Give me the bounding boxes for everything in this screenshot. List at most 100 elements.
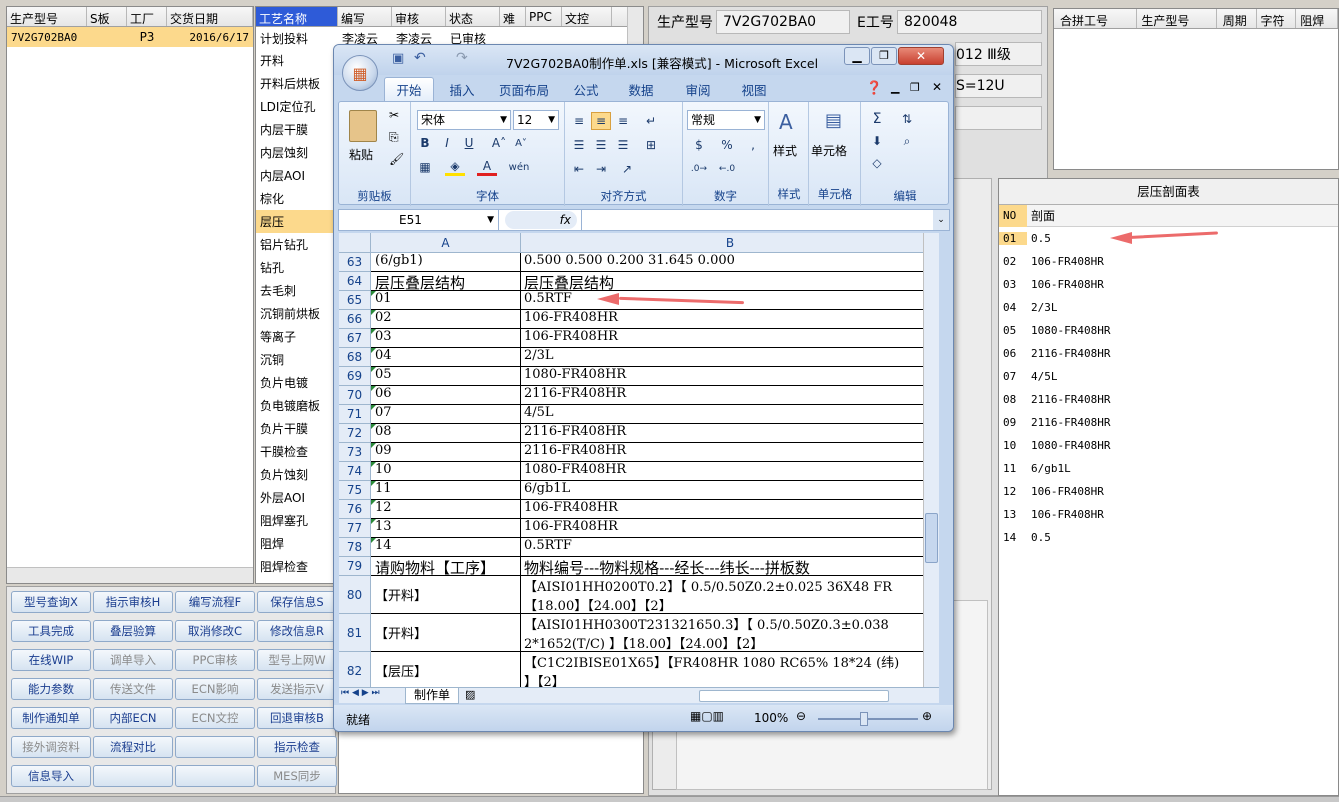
action-button[interactable]: 回退审核B [257,707,337,729]
horizontal-scrollbar[interactable] [7,567,253,583]
cells-icon[interactable]: ▤ [825,110,842,131]
sheet-row[interactable]: 82 【层压】 【C1C2IBISE01X65】【FR408HR 1080 RC65… [339,652,939,687]
sheet-row[interactable]: 70 06 2116-FR408HR [339,386,939,405]
number-format-box[interactable]: 常规 ▼ [687,110,765,130]
lamination-table[interactable]: 层压剖面表 NO 剖面 01 0.5 02 106-FR408HR 03 106-FR40… [998,178,1339,796]
col-header-writer[interactable]: 编写 [338,7,392,26]
col-header-reviewer[interactable]: 审核 [392,7,446,26]
font-color-icon[interactable]: A [477,158,497,176]
comma-icon[interactable]: , [743,136,763,154]
paste-label[interactable]: 粘贴 [349,146,373,163]
blank-field[interactable] [955,106,1042,130]
list-item[interactable]: 14 0.5 [999,526,1338,549]
sheet-row[interactable]: 74 10 1080-FR408HR [339,462,939,481]
col-header-doc[interactable]: 文控 [562,7,612,26]
format-painter-icon[interactable]: 🖌 [389,152,404,166]
wrap-text-icon[interactable]: ↵ [641,112,661,130]
find-icon[interactable]: ⌕ [897,132,917,150]
action-button[interactable] [175,736,255,758]
increase-indent-icon[interactable]: ⇥ [591,160,611,178]
paste-icon[interactable] [349,110,377,142]
list-item[interactable]: 10 1080-FR408HR [999,434,1338,457]
vertical-scrollbar[interactable] [627,7,643,47]
tab-6[interactable]: 视图 [728,77,780,101]
col-header-merge[interactable]: 合拼工号 [1054,9,1138,28]
col-header-difficulty[interactable]: 难 [500,7,526,26]
align-center-icon[interactable]: ☰ [591,136,611,154]
sheet-row[interactable]: 71 07 4/5L [339,405,939,424]
e-value[interactable]: 820048 [897,10,1042,34]
tab-2[interactable]: 页面布局 [490,77,558,101]
percent-icon[interactable]: % [717,136,737,154]
list-item[interactable]: 06 2116-FR408HR [999,342,1338,365]
excel-window[interactable]: ▦ ▣ ↶ ↷ 7V2G702BA0制作单.xls [兼容模式] - Micro… [333,44,954,732]
sheet-row[interactable]: 67 03 106-FR408HR [339,329,939,348]
action-button[interactable]: 修改信息R [257,620,337,642]
action-button[interactable]: 制作通知单 [11,707,91,729]
select-all[interactable] [339,233,371,252]
action-button[interactable]: 工具完成 [11,620,91,642]
merge-grid[interactable]: 合拼工号 生产型号 周期 字符 阻焊 [1053,8,1339,170]
list-item[interactable]: 11 6/gb1L [999,457,1338,480]
action-button[interactable]: 取消修改C [175,620,255,642]
sum-icon[interactable]: Σ [867,110,887,128]
list-item[interactable]: 01 0.5 [999,227,1338,250]
sheet-scroll-thumb[interactable] [925,513,938,563]
formula-expand-button[interactable]: ⌄ [933,210,949,230]
list-item[interactable]: 03 106-FR408HR [999,273,1338,296]
zoom-out-icon[interactable]: ⊖ [796,709,806,723]
column-b-header[interactable]: B [521,233,939,252]
action-button[interactable]: 型号查询X [11,591,91,613]
sheet-vertical-scrollbar[interactable] [923,233,939,687]
action-button[interactable]: 指示检查 [257,736,337,758]
sheet-row[interactable]: 63 (6/gb1) 0.500 0.500 0.200 31.645 0.000 [339,253,939,272]
model-grid[interactable]: 生产型号 S板 工厂 交货日期 7V2G702BA0 P3 2016/6/17 [6,6,254,584]
action-button[interactable]: ECN影响 [175,678,255,700]
border-icon[interactable]: ▦ [415,158,435,176]
s-field[interactable]: S=12U [955,74,1042,98]
cut-icon[interactable]: ✂ [389,108,399,122]
align-bottom-icon[interactable]: ≡ [613,112,633,130]
view-buttons[interactable]: ▦▢▥ [690,709,724,723]
action-button[interactable]: 在线WIP [11,649,91,671]
action-button[interactable]: 内部ECN [93,707,173,729]
col-header-model[interactable]: 生产型号 [7,7,87,26]
new-sheet-icon[interactable]: ▨ [465,688,475,701]
clear-icon[interactable]: ◇ [867,154,887,172]
decrease-decimal-icon[interactable]: ←.0 [717,160,737,178]
fill-color-icon[interactable]: ◈ [445,158,465,176]
action-button[interactable]: 型号上网W [257,649,337,671]
formula-input[interactable] [581,210,933,230]
zoom-slider[interactable] [818,712,918,726]
sheet-horizontal-scrollbar[interactable] [699,690,889,702]
align-top-icon[interactable]: ≡ [569,112,589,130]
list-item[interactable]: 08 2116-FR408HR [999,388,1338,411]
font-size-box[interactable]: 12 ▼ [513,110,559,130]
sheet-row[interactable]: 72 08 2116-FR408HR [339,424,939,443]
sheet-row[interactable]: 77 13 106-FR408HR [339,519,939,538]
name-box[interactable]: E51 ▼ [339,210,499,230]
copy-icon[interactable]: ⎘ [389,130,399,145]
action-button[interactable]: 调单导入 [93,649,173,671]
col-header-prod[interactable]: 生产型号 [1137,9,1217,28]
action-button[interactable]: 信息导入 [11,765,91,787]
action-button[interactable]: 传送文件 [93,678,173,700]
list-item[interactable]: 09 2116-FR408HR [999,411,1338,434]
col-header-factory[interactable]: 工厂 [127,7,167,26]
action-button[interactable]: MES同步 [257,765,337,787]
col-header-ppc[interactable]: PPC [526,7,562,26]
action-button[interactable]: 编写流程F [175,591,255,613]
align-middle-icon[interactable]: ≡ [591,112,611,130]
worksheet[interactable]: A B 63 (6/gb1) 0.500 0.500 0.200 31.645 0.… [339,233,939,687]
tab-nav-icons[interactable]: ⏮ ◀ ▶ ⏭ [341,688,380,698]
sheet-row[interactable]: 68 04 2/3L [339,348,939,367]
fx-button[interactable]: fx [505,211,577,229]
tab-1[interactable]: 插入 [438,77,486,101]
col-header-s[interactable]: S板 [87,7,127,26]
zoom-value[interactable]: 100% [754,711,788,725]
excel-titlebar[interactable]: ▦ ▣ ↶ ↷ 7V2G702BA0制作单.xls [兼容模式] - Micro… [334,45,953,91]
office-button[interactable]: ▦ [342,55,378,91]
sheet-row[interactable]: 64 层压叠层结构 层压叠层结构 [339,272,939,291]
prod-value[interactable]: 7V2G702BA0 [716,10,850,34]
close-button[interactable]: ✕ [898,47,944,65]
